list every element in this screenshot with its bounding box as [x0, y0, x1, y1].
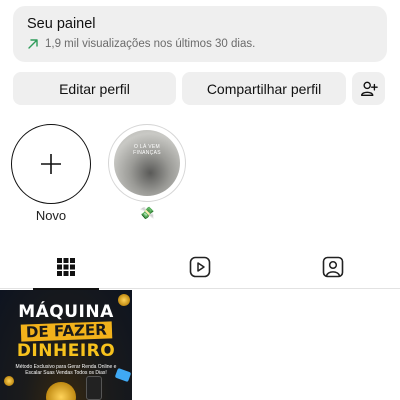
add-person-icon: [360, 81, 378, 96]
profile-actions: Editar perfil Compartilhar perfil: [13, 72, 385, 105]
trend-up-arrow-icon: [28, 39, 38, 49]
coin-decoration: [4, 376, 14, 386]
discover-people-button[interactable]: [352, 72, 385, 105]
plus-icon: [41, 154, 61, 174]
coin-decoration: [46, 382, 76, 400]
grid-icon: [57, 258, 75, 276]
new-highlight-ring[interactable]: [11, 124, 91, 204]
panel-title: Seu painel: [27, 16, 96, 32]
post-title-line3: DINHEIRO: [16, 341, 116, 361]
tagged-icon: [322, 256, 344, 278]
panel-subtitle: 1,9 mil visualizações nos últimos 30 dia…: [45, 38, 256, 50]
highlight-ring[interactable]: O LÁ VEM FINANÇAS: [108, 124, 186, 202]
phone-graphic: [86, 376, 102, 400]
reels-icon: [189, 256, 211, 278]
grid-post[interactable]: MÁQUINA DE FAZER DINHEIRO Método Exclusi…: [0, 290, 132, 400]
professional-dashboard-panel[interactable]: Seu painel 1,9 mil visualizações nos últ…: [13, 6, 387, 62]
highlight-item[interactable]: O LÁ VEM FINANÇAS 💸: [108, 124, 186, 220]
tab-reels[interactable]: [167, 245, 233, 289]
post-title-line1: MÁQUINA: [18, 302, 114, 322]
highlight-label: 💸: [139, 206, 155, 220]
tab-tagged[interactable]: [300, 245, 366, 289]
highlight-cover-image: O LÁ VEM FINANÇAS: [114, 130, 180, 196]
highlight-cover-caption: O LÁ VEM FINANÇAS: [133, 144, 161, 156]
edit-profile-button[interactable]: Editar perfil: [13, 72, 176, 105]
panel-stats: 1,9 mil visualizações nos últimos 30 dia…: [27, 37, 373, 51]
new-highlight-label: Novo: [35, 208, 67, 223]
share-profile-button[interactable]: Compartilhar perfil: [182, 72, 346, 105]
post-title-line2: DE FAZER: [20, 321, 112, 342]
coin-decoration: [118, 294, 130, 306]
new-highlight[interactable]: Novo: [11, 124, 91, 223]
post-tagline: Método Exclusivo para Gerar Renda Online…: [15, 364, 117, 376]
profile-tabs: [0, 245, 400, 290]
tab-grid[interactable]: [33, 245, 99, 290]
